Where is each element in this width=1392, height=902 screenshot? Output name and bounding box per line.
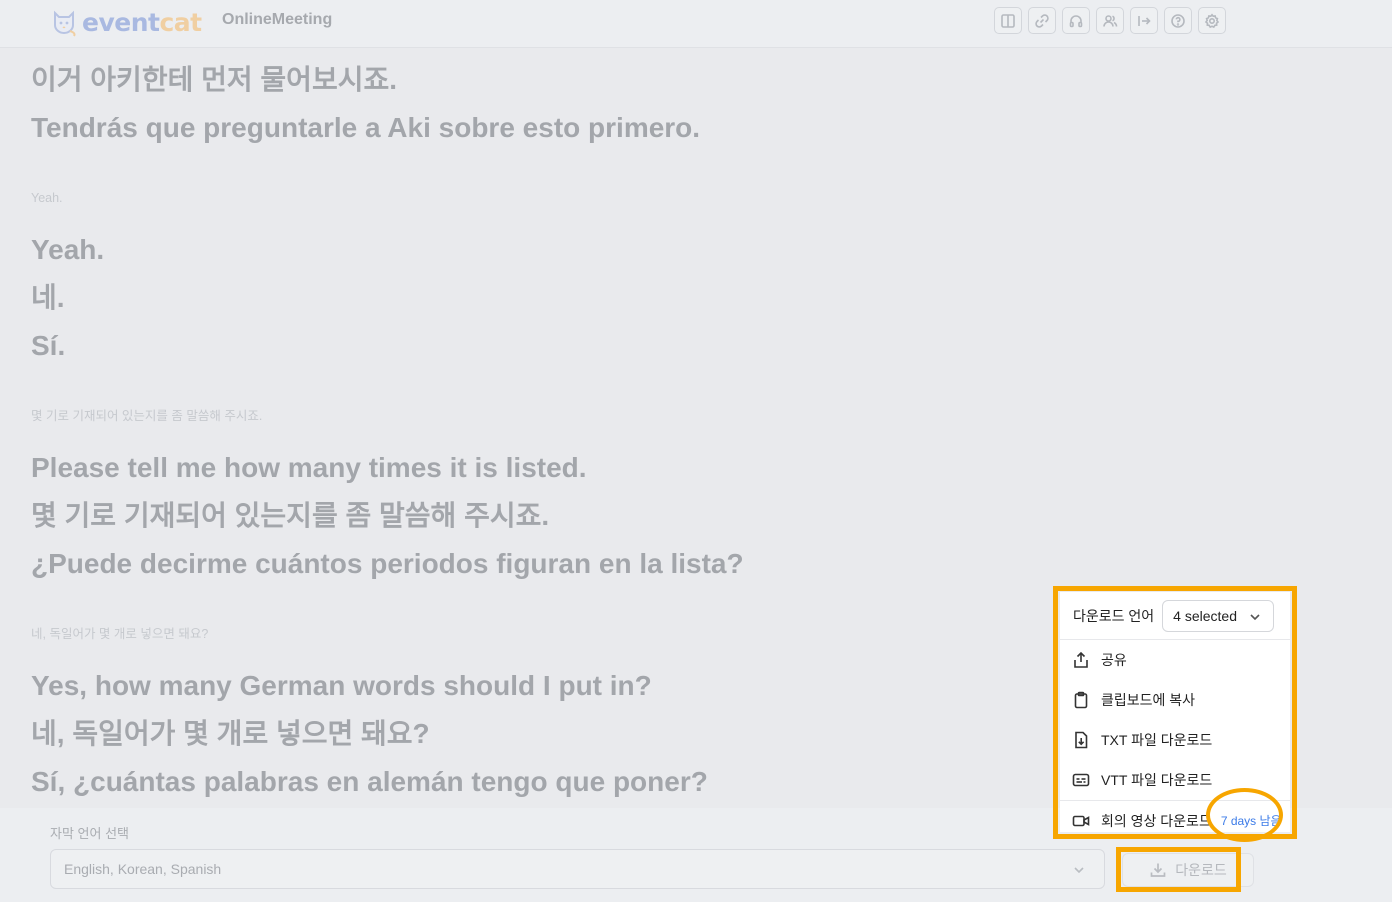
transcript-area: 이거 아키한테 먼저 물어보시죠. Tendrás que preguntarl… [31,56,1031,806]
transcript-source-line: 몇 기로 기재되어 있는지를 좀 말씀해 주시죠. [31,409,263,423]
participants-button[interactable] [1096,7,1124,34]
transcript-line: Yeah. [31,234,105,265]
transcript-line: 네, 독일어가 몇 개로 넣으면 돼요? [31,718,430,749]
chevron-down-icon [1074,867,1084,874]
transcript-line: 이거 아키한테 먼저 물어보시죠. [31,64,397,95]
transcript-line: 네. [31,282,65,313]
highlight-box-download [1116,847,1241,892]
settings-button[interactable] [1198,7,1226,34]
transcript-line: Please tell me how many times it is list… [31,452,587,483]
users-icon [1103,14,1118,27]
subtitle-language-select[interactable]: English, Korean, Spanish [50,849,1105,889]
link-button[interactable] [1028,7,1056,34]
app-header: eventcat OnlineMeeting [0,0,1392,48]
subtitle-language-value: English, Korean, Spanish [64,861,222,877]
transcript-line: Sí. [31,330,66,361]
transcript-line: Sí, ¿cuántas palabras en alemán tengo qu… [31,766,708,797]
help-button[interactable] [1164,7,1192,34]
cat-logo-icon [53,10,76,37]
app-title: OnlineMeeting [222,11,333,28]
help-icon [1171,13,1185,28]
transcript-line: 몇 기로 기재되어 있는지를 좀 말씀해 주시죠. [31,500,550,531]
logo-event-text: event [82,7,160,37]
logo-wordmark: eventcat [82,8,202,37]
transcript-source-line: Yeah. [31,191,63,205]
header-toolbar [994,7,1226,34]
highlight-circle-days [1206,788,1283,842]
settings-icon [1204,13,1220,28]
headphones-icon [1069,14,1083,27]
link-icon [1035,13,1049,28]
transcript-line: Tendrás que preguntarle a Aki sobre esto… [31,112,701,143]
headphones-button[interactable] [1062,7,1090,34]
transcript-line: ¿Puede decirme cuántos periodos figuran … [31,548,744,579]
transcript-source-line: 네, 독일어가 몇 개로 넣으면 돼요? [31,627,209,641]
eventcat-logo[interactable]: eventcat [50,4,202,40]
exit-icon [1138,15,1151,26]
layout-panel-button[interactable] [994,7,1022,34]
exit-button[interactable] [1130,7,1158,34]
subtitle-language-label: 자막 언어 선택 [50,826,129,841]
logo-cat-text: cat [159,7,202,37]
layout-panel-icon [1001,13,1015,28]
transcript-line: Yes, how many German words should I put … [31,670,652,701]
